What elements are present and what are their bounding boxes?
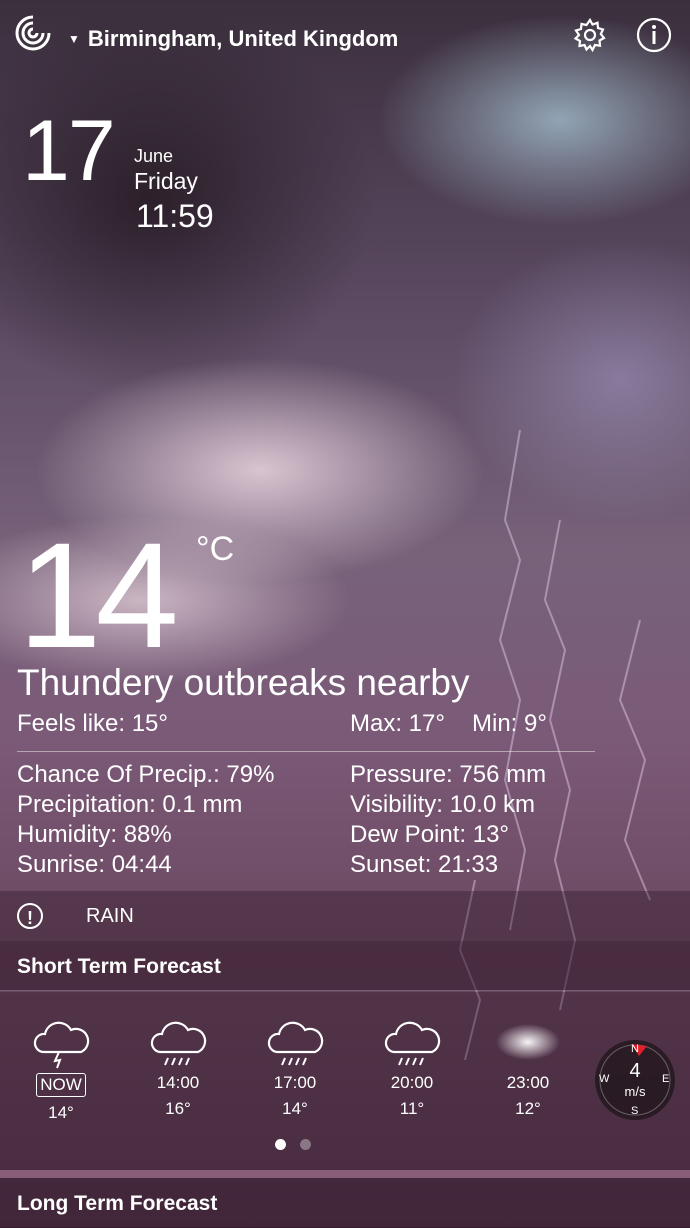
forecast-temp: 16° <box>165 1099 191 1118</box>
compass-s: S <box>631 1105 639 1117</box>
long-term-header[interactable]: Long Term Forecast <box>0 1178 690 1228</box>
temperature-unit: °C <box>196 530 235 568</box>
page-dot[interactable] <box>300 1139 311 1150</box>
divider <box>0 1170 690 1178</box>
forecast-time: 23:00 <box>506 1073 550 1092</box>
location-name: Birmingham, United Kingdom <box>87 26 399 51</box>
page-dot-active[interactable] <box>275 1139 286 1150</box>
date-month: June <box>134 146 174 166</box>
humidity: Humidity: 88% <box>17 821 172 848</box>
short-term-title: Short Term Forecast <box>17 955 221 978</box>
feels-like: Feels like: 15° <box>17 710 168 737</box>
long-term-title: Long Term Forecast <box>17 1192 218 1215</box>
forecast-item[interactable]: 20:00 11° <box>362 1018 462 1119</box>
chance-of-precip: Chance Of Precip.: 79% <box>17 761 275 788</box>
fog-cloud-icon <box>496 1024 560 1060</box>
compass-n: N <box>631 1043 639 1055</box>
pressure: Pressure: 756 mm <box>350 761 547 788</box>
weather-alert[interactable]: ! RAIN <box>0 891 690 941</box>
forecast-item[interactable]: 17:00 14° <box>245 1018 345 1119</box>
forecast-temp: 14° <box>48 1103 74 1122</box>
info-icon[interactable] <box>636 17 672 53</box>
app-logo-icon[interactable] <box>14 14 52 52</box>
location-selector[interactable]: ▼ Birmingham, United Kingdom <box>68 26 398 52</box>
max-temp: Max: 17° <box>350 710 445 737</box>
forecast-time: NOW <box>36 1073 86 1097</box>
forecast-item[interactable]: 23:00 12° <box>478 1018 578 1119</box>
forecast-time: 14:00 <box>156 1073 200 1092</box>
sunset: Sunset: 21:33 <box>350 851 499 878</box>
forecast-item[interactable]: NOW 14° <box>11 1018 111 1123</box>
current-temperature: 14 <box>18 511 179 679</box>
sunrise: Sunrise: 04:44 <box>17 851 172 878</box>
forecast-temp: 14° <box>282 1099 308 1118</box>
alert-text: RAIN <box>86 905 134 927</box>
wind-speed: 4 <box>629 1060 641 1082</box>
caret-down-icon: ▼ <box>68 32 80 46</box>
date-day: 17 <box>22 103 116 199</box>
forecast-item[interactable]: 14:00 16° <box>128 1018 228 1119</box>
date-weekday: Friday <box>134 168 198 194</box>
alert-icon: ! <box>17 903 43 929</box>
precipitation: Precipitation: 0.1 mm <box>17 791 243 818</box>
forecast-time: 20:00 <box>390 1073 434 1092</box>
dew-point: Dew Point: 13° <box>350 821 510 848</box>
current-time: 11:59 <box>136 198 214 234</box>
top-bar: ▼ Birmingham, United Kingdom <box>0 0 690 80</box>
forecast-temp: 11° <box>399 1099 425 1118</box>
divider <box>0 990 690 991</box>
min-temp: Min: 9° <box>472 710 547 737</box>
rain-cloud-icon <box>384 1021 441 1066</box>
gear-icon[interactable] <box>572 17 608 53</box>
forecast-time: 17:00 <box>273 1073 317 1092</box>
visibility: Visibility: 10.0 km <box>350 791 535 818</box>
thunder-cloud-icon <box>33 1021 90 1069</box>
divider <box>17 751 595 752</box>
short-term-header: Short Term Forecast <box>0 941 690 991</box>
page-indicator[interactable] <box>275 1139 311 1150</box>
wind-unit: m/s <box>624 1084 646 1099</box>
rain-cloud-icon <box>267 1021 324 1066</box>
weather-condition: Thundery outbreaks nearby <box>17 662 470 703</box>
rain-cloud-icon <box>150 1021 207 1066</box>
forecast-temp: 12° <box>515 1099 541 1118</box>
wind-compass[interactable]: N E S W 4 m/s <box>595 1040 675 1120</box>
